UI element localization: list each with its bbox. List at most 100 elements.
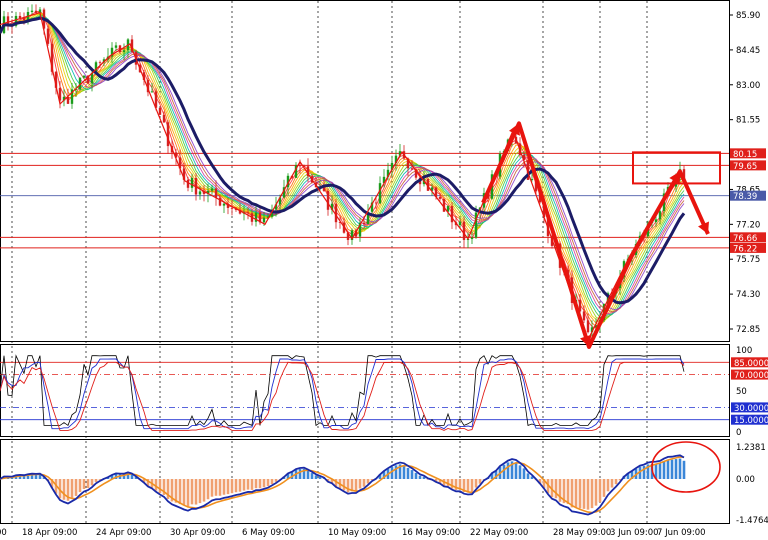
macd-histogram-bar	[310, 473, 314, 479]
candle-body	[82, 75, 86, 78]
time-axis-label: 10 May 09:00	[328, 528, 386, 538]
candle-body	[186, 179, 190, 188]
candle-body	[262, 217, 266, 223]
macd-histogram-bar	[262, 479, 266, 488]
time-axis-label: 18 Apr 09:00	[22, 528, 77, 538]
oscillator-scale-label: 30.0000	[734, 404, 768, 414]
candle-body	[470, 237, 474, 239]
macd-histogram-bar	[158, 479, 162, 494]
macd-histogram-bar	[250, 479, 254, 490]
macd-histogram-bar	[234, 479, 238, 493]
candle-body	[34, 10, 38, 14]
macd-histogram-bar	[218, 479, 222, 496]
macd-histogram-bar	[86, 479, 90, 488]
macd-histogram-bar	[674, 459, 678, 479]
macd-histogram-bar	[78, 479, 82, 493]
oscillator-scale-label: 100	[736, 346, 752, 356]
macd-histogram-bar	[62, 479, 66, 500]
macd-scale-label: -1.4764	[736, 516, 768, 526]
macd-histogram-bar	[514, 462, 518, 479]
support-level-label: 76.66	[733, 234, 757, 244]
macd-histogram-bar	[590, 479, 594, 509]
macd-histogram-bar	[410, 470, 414, 479]
oscillator-scale-label: 50	[736, 387, 747, 397]
time-axis-label: 6 May 09:00	[242, 528, 295, 538]
macd-histogram-bar	[74, 479, 78, 496]
macd-histogram-bar	[466, 479, 470, 493]
macd-histogram-bar	[414, 472, 418, 479]
macd-histogram-bar	[210, 479, 214, 497]
macd-histogram-bar	[238, 479, 242, 492]
candle-body	[658, 211, 662, 220]
candle-body	[122, 50, 126, 53]
macd-histogram-bar	[474, 479, 478, 488]
support-level-label: 76.22	[733, 244, 757, 254]
candle-body	[150, 91, 154, 93]
time-axis-label: 28 May 09:00	[553, 528, 611, 538]
candle-body	[582, 311, 586, 321]
macd-histogram-bar	[586, 479, 590, 510]
macd-histogram-bar	[506, 462, 510, 479]
time-axis-label: 24 Apr 09:00	[96, 528, 151, 538]
macd-histogram-bar	[582, 479, 586, 509]
candle-body	[30, 10, 34, 12]
time-axis-label: 7 Jun 09:00	[657, 528, 706, 538]
macd-histogram-bar	[178, 479, 182, 505]
candle-body	[298, 165, 302, 167]
oscillator-scale-label: 0	[736, 428, 741, 438]
macd-histogram-bar	[222, 479, 226, 495]
macd-histogram-bar	[658, 463, 662, 479]
macd-histogram-bar	[198, 479, 202, 504]
candle-body	[586, 320, 590, 333]
oscillator-panel[interactable]	[0, 344, 730, 437]
candle-body	[378, 183, 382, 204]
macd-histogram-bar	[610, 479, 614, 488]
candle-body	[214, 188, 218, 198]
macd-histogram-bar	[362, 479, 366, 487]
macd-histogram-bar	[522, 468, 526, 479]
macd-histogram-bar	[258, 479, 262, 489]
macd-histogram-bar	[206, 479, 210, 500]
price-tick-label: 85.90	[736, 11, 760, 21]
macd-histogram-bar	[518, 465, 522, 479]
macd-histogram-bar	[394, 465, 398, 479]
candle-body	[190, 177, 194, 188]
trading-terminal-chart[interactable]: 85.90 84.45 83.00 81.55 78.65 77.20 75.75 74.30…	[0, 0, 768, 540]
macd-histogram-bar	[470, 479, 474, 493]
macd-scale-label: 1.2381	[736, 443, 766, 453]
macd-histogram-bar	[566, 479, 570, 505]
macd-histogram-bar	[418, 475, 422, 479]
candle-body	[462, 221, 466, 240]
macd-histogram-bar	[70, 479, 74, 499]
macd-histogram-bar	[502, 464, 506, 479]
macd-histogram-bar	[246, 479, 250, 490]
oscillator-scale-label: 15.0000	[734, 416, 768, 426]
macd-histogram-bar	[602, 479, 606, 497]
price-tick-label: 72.85	[736, 325, 760, 335]
price-tick-label: 83.00	[736, 81, 760, 91]
oscillator-scale-label: 85.0000	[734, 359, 768, 369]
macd-histogram-bar	[554, 479, 558, 499]
time-axis-label: 16 May 09:00	[402, 528, 460, 538]
macd-scale-label: 0.00	[736, 475, 755, 485]
candle-body	[326, 190, 330, 210]
candle-body	[98, 62, 102, 64]
macd-histogram-bar	[314, 475, 318, 479]
macd-histogram-bar	[358, 479, 362, 489]
candle-body	[162, 114, 166, 123]
macd-histogram-bar	[594, 479, 598, 506]
candle-body	[210, 188, 214, 191]
candle-body	[458, 221, 462, 226]
oscillator-scale-label: 70.0000	[734, 371, 768, 381]
macd-histogram-bar	[342, 479, 346, 491]
resistance-level-label: 80.15	[733, 150, 757, 160]
macd-histogram-bar	[94, 479, 98, 482]
current-price-label: 78.39	[733, 192, 757, 202]
macd-histogram-bar	[190, 479, 194, 505]
candle-body	[114, 45, 118, 48]
candle-body	[198, 191, 202, 195]
macd-histogram-bar	[678, 458, 682, 479]
macd-histogram-bar	[266, 479, 270, 487]
candle-body	[230, 207, 234, 209]
macd-histogram-bar	[226, 479, 230, 495]
